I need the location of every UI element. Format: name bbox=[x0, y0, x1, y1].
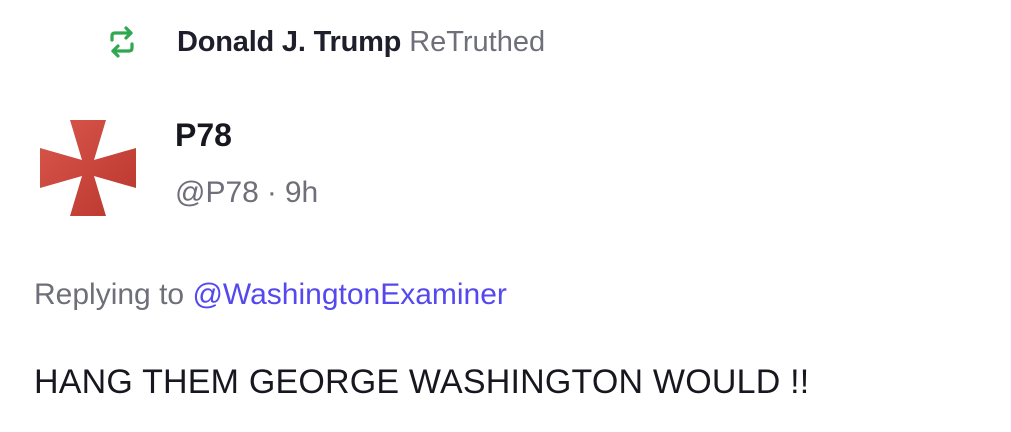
post-timestamp[interactable]: 9h bbox=[285, 176, 318, 209]
author-display-name[interactable]: P78 bbox=[175, 115, 232, 155]
author-handle[interactable]: @P78 bbox=[175, 176, 259, 209]
post-author: P78 @P78 · 9h bbox=[0, 105, 1011, 225]
reply-mention-link[interactable]: @WashingtonExaminer bbox=[192, 278, 506, 311]
author-meta: @P78 · 9h bbox=[175, 173, 318, 213]
retruth-label: ReTruthed bbox=[409, 25, 546, 58]
avatar[interactable] bbox=[38, 118, 138, 218]
post-text: HANG THEM GEORGE WASHINGTON WOULD !! bbox=[34, 363, 810, 401]
reply-prefix: Replying to bbox=[34, 278, 185, 311]
reply-context: Replying to @WashingtonExaminer bbox=[34, 275, 507, 315]
retruth-header: Donald J. Trump ReTruthed bbox=[105, 22, 545, 62]
retruther-name[interactable]: Donald J. Trump bbox=[177, 26, 401, 59]
red-cross-avatar-icon bbox=[40, 120, 136, 216]
retruth-icon[interactable] bbox=[105, 25, 139, 59]
meta-separator: · bbox=[266, 176, 277, 209]
